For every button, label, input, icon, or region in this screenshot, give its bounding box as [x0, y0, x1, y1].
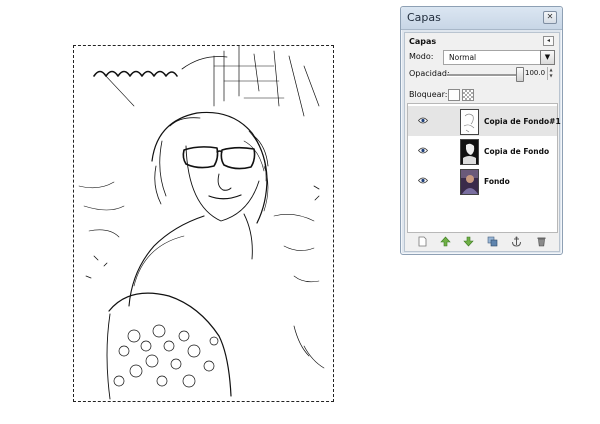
panel-label: Capas	[409, 37, 437, 46]
mode-select[interactable]: Normal	[443, 50, 542, 65]
lock-alpha-checkbox[interactable]	[462, 89, 474, 101]
mode-value: Normal	[449, 53, 477, 62]
lock-pixels-checkbox[interactable]	[448, 89, 460, 101]
opacity-value[interactable]: 100.0	[525, 69, 545, 77]
layer-row-copia-de-fondo[interactable]: Copia de Fondo	[408, 136, 557, 166]
lock-label: Bloquear:	[409, 90, 448, 99]
sketch-image	[78, 46, 325, 400]
layer-name[interactable]: Fondo	[484, 177, 510, 186]
mode-label: Modo:	[409, 52, 434, 61]
opacity-spinbox[interactable]: 100.0 ▲ ▼	[524, 67, 554, 80]
layers-panel: Capas ◂ Modo: Normal ▼ Opacidad: 100.0 ▲…	[404, 32, 561, 252]
layers-dialog: Capas ✕ Capas ◂ Modo: Normal ▼ Opacidad:…	[400, 6, 563, 255]
eye-icon[interactable]	[418, 117, 428, 124]
panel-menu-button[interactable]: ◂	[543, 36, 554, 46]
opacity-slider[interactable]	[447, 74, 521, 77]
lower-layer-icon[interactable]	[463, 236, 474, 247]
dialog-titlebar[interactable]: Capas ✕	[401, 7, 562, 30]
eye-icon[interactable]	[418, 177, 428, 184]
raise-layer-icon[interactable]	[440, 236, 451, 247]
layer-thumbnail	[460, 139, 479, 165]
tab-menu-icon: ◂	[546, 37, 550, 44]
layer-thumbnail	[460, 109, 479, 135]
new-layer-icon[interactable]	[417, 236, 428, 247]
mode-dropdown-button[interactable]: ▼	[540, 50, 555, 65]
layer-row-copia-de-fondo-1[interactable]: Copia de Fondo#1	[408, 106, 561, 136]
layers-list[interactable]: Copia de Fondo#1 Copia de Fondo Fondo	[407, 103, 561, 233]
chevron-down-icon: ▼	[544, 53, 551, 61]
opacity-slider-handle[interactable]	[516, 67, 524, 82]
layer-row-fondo[interactable]: Fondo	[408, 166, 557, 196]
spin-arrows-icon[interactable]: ▲ ▼	[547, 67, 554, 80]
duplicate-layer-icon[interactable]	[487, 236, 498, 247]
anchor-layer-icon[interactable]	[511, 236, 522, 247]
opacity-label: Opacidad:	[409, 69, 450, 78]
layers-toolbar	[407, 236, 556, 250]
dialog-title: Capas	[407, 11, 441, 24]
image-canvas[interactable]	[73, 45, 334, 402]
delete-layer-icon[interactable]	[536, 236, 547, 247]
close-icon: ✕	[546, 12, 554, 21]
close-button[interactable]: ✕	[543, 11, 557, 24]
layer-name[interactable]: Copia de Fondo#1	[484, 117, 561, 126]
layer-name[interactable]: Copia de Fondo	[484, 147, 549, 156]
eye-icon[interactable]	[418, 147, 428, 154]
layer-thumbnail	[460, 169, 479, 195]
